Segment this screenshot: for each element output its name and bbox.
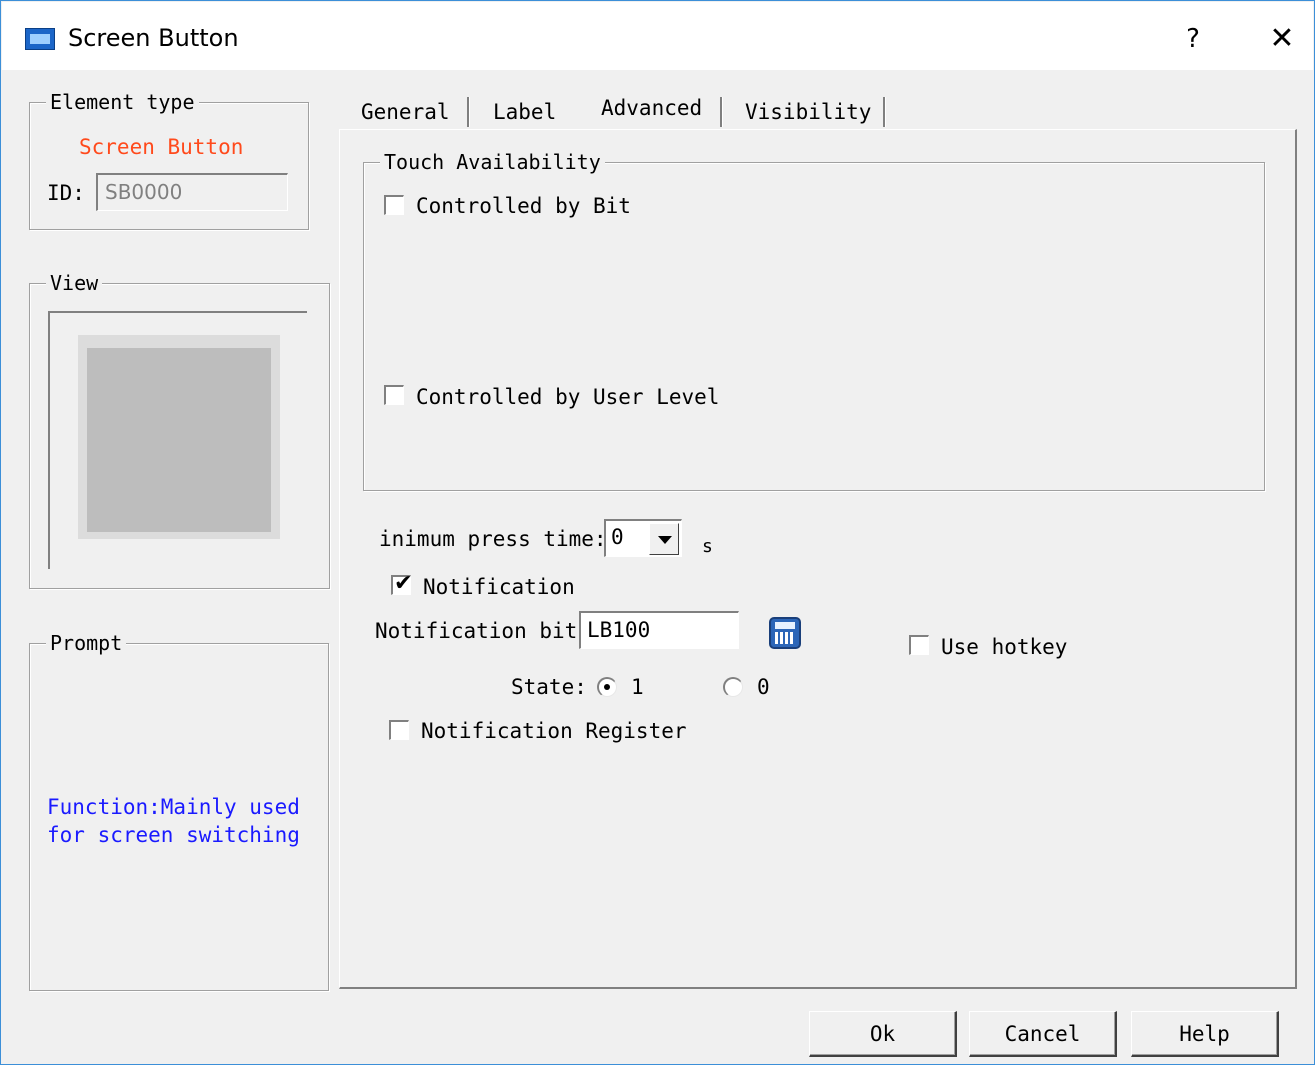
- chevron-down-icon[interactable]: [649, 523, 679, 555]
- help-icon[interactable]: ?: [1170, 16, 1216, 62]
- id-field-value: SB0000: [105, 180, 183, 204]
- controlled-by-bit-label[interactable]: Controlled by Bit: [416, 193, 631, 219]
- controlled-by-user-level-label[interactable]: Controlled by User Level: [416, 384, 719, 410]
- notification-register-label[interactable]: Notification Register: [421, 718, 687, 744]
- id-field: SB0000: [96, 173, 288, 211]
- view-group-label: View: [46, 270, 103, 296]
- notification-register-checkbox[interactable]: [389, 720, 409, 740]
- use-hotkey-label[interactable]: Use hotkey: [941, 634, 1067, 660]
- touch-availability-label: Touch Availability: [380, 149, 605, 175]
- prompt-group-label: Prompt: [46, 630, 127, 656]
- notification-label[interactable]: Notification: [423, 574, 575, 600]
- notification-bit-value: LB100: [587, 618, 651, 642]
- use-hotkey-checkbox[interactable]: [909, 635, 929, 655]
- prompt-line-2: for screen switching: [47, 823, 300, 847]
- dialog-window: Screen Button ? ✕ Element type Screen Bu…: [0, 0, 1315, 1065]
- notification-bit-label: Notification bit:: [375, 619, 590, 643]
- element-type-name: Screen Button: [79, 135, 244, 159]
- view-preview: [48, 311, 307, 569]
- window-title: Screen Button: [68, 24, 239, 52]
- close-icon[interactable]: ✕: [1259, 16, 1305, 62]
- title-bar: Screen Button ? ✕: [2, 2, 1313, 70]
- id-label: ID:: [47, 181, 85, 205]
- app-icon: [25, 28, 55, 50]
- min-press-time-label: inimum press time:: [379, 527, 607, 551]
- tab-label[interactable]: Label: [493, 97, 556, 131]
- ok-button[interactable]: Ok: [809, 1011, 957, 1057]
- state-option-1-label[interactable]: 1: [631, 674, 644, 700]
- notification-checkbox[interactable]: ✔: [391, 571, 413, 596]
- tab-advanced[interactable]: Advanced: [583, 93, 718, 127]
- controlled-by-user-level-checkbox[interactable]: [384, 385, 404, 405]
- tab-visibility[interactable]: Visibility: [745, 97, 871, 131]
- tab-separator: [467, 97, 470, 127]
- state-radio-1[interactable]: [597, 677, 617, 697]
- notification-bit-input[interactable]: LB100: [579, 611, 739, 649]
- min-press-time-unit: s: [702, 536, 713, 557]
- prompt-line-1: Function:Mainly used: [47, 795, 300, 819]
- controlled-by-bit-checkbox[interactable]: [384, 195, 404, 215]
- state-label: State:: [511, 675, 587, 699]
- tab-general[interactable]: General: [361, 97, 450, 131]
- button-preview-face: [87, 348, 271, 532]
- min-press-time-value: 0: [611, 525, 624, 549]
- min-press-time-select[interactable]: 0: [604, 519, 682, 557]
- state-radio-0[interactable]: [723, 677, 743, 697]
- calculator-icon[interactable]: [769, 617, 801, 649]
- button-preview-outer: [78, 335, 280, 539]
- tab-separator: [883, 97, 886, 127]
- cancel-button[interactable]: Cancel: [969, 1011, 1117, 1057]
- state-option-0-label[interactable]: 0: [757, 674, 770, 700]
- tab-separator: [720, 97, 723, 127]
- checkmark-icon: ✔: [394, 571, 413, 596]
- element-type-group-label: Element type: [46, 89, 199, 115]
- help-button[interactable]: Help: [1131, 1011, 1279, 1057]
